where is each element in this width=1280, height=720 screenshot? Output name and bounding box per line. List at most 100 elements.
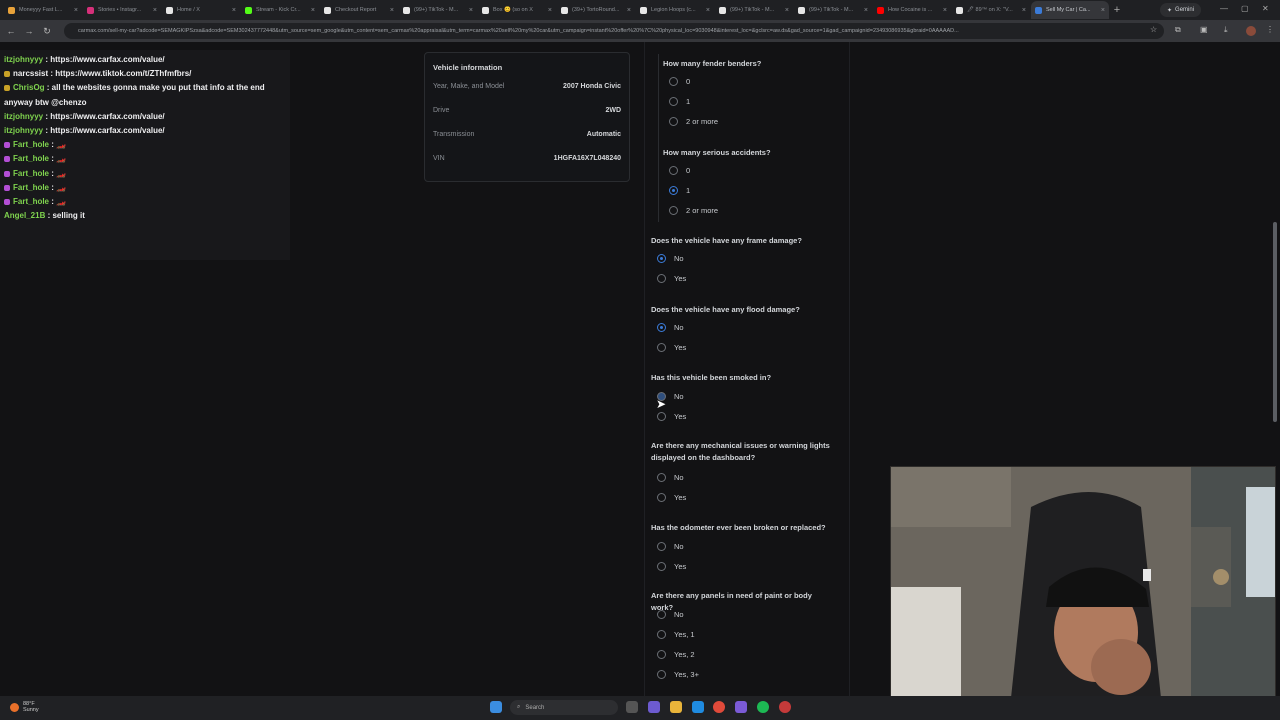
- reload-icon[interactable]: ↻: [38, 26, 56, 37]
- paint-body-work-option[interactable]: Yes, 2: [657, 650, 695, 659]
- radio-button[interactable]: [669, 186, 678, 195]
- paint-body-work-option[interactable]: Yes, 3+: [657, 670, 699, 679]
- windows-start-icon[interactable]: [490, 701, 502, 713]
- radio-button[interactable]: [669, 117, 678, 126]
- browser-tab[interactable]: Box 😊 (so on X ×: [478, 1, 556, 19]
- chat-username[interactable]: Fart_hole: [13, 154, 49, 163]
- browser-tab[interactable]: Home / X ×: [162, 1, 240, 19]
- odometer-option[interactable]: Yes: [657, 562, 686, 571]
- chat-username[interactable]: Fart_hole: [13, 197, 49, 206]
- radio-button[interactable]: [669, 77, 678, 86]
- mechanical-issues-option[interactable]: Yes: [657, 493, 686, 502]
- browser-tab[interactable]: Stories • Instagr... ×: [83, 1, 161, 19]
- radio-button[interactable]: [657, 630, 666, 639]
- close-tab-icon[interactable]: ×: [153, 7, 157, 14]
- close-tab-icon[interactable]: ×: [390, 7, 394, 14]
- chat-username[interactable]: itzjohnyyy: [4, 55, 43, 64]
- chat-username[interactable]: narcssist: [13, 69, 48, 78]
- obs-icon[interactable]: [779, 701, 791, 713]
- gemini-button[interactable]: ✦ Gemini: [1160, 3, 1202, 17]
- chat-username[interactable]: ChrisOg: [13, 83, 45, 92]
- edge-icon[interactable]: [692, 701, 704, 713]
- maximize-icon[interactable]: ▢: [1241, 4, 1249, 13]
- close-tab-icon[interactable]: ×: [1101, 7, 1105, 14]
- new-tab-icon[interactable]: +: [1110, 4, 1124, 16]
- page-scrollbar[interactable]: [1273, 222, 1277, 422]
- close-window-icon[interactable]: ✕: [1262, 4, 1269, 13]
- close-tab-icon[interactable]: ×: [706, 7, 710, 14]
- chat-username[interactable]: Fart_hole: [13, 140, 49, 149]
- radio-button[interactable]: [657, 323, 666, 332]
- close-tab-icon[interactable]: ×: [74, 7, 78, 14]
- close-tab-icon[interactable]: ×: [232, 7, 236, 14]
- fender-benders-option[interactable]: 0: [669, 77, 690, 86]
- flood-damage-option[interactable]: Yes: [657, 343, 686, 352]
- chat-username[interactable]: Fart_hole: [13, 183, 49, 192]
- radio-button[interactable]: [657, 650, 666, 659]
- mechanical-issues-option[interactable]: No: [657, 473, 684, 482]
- radio-button[interactable]: [669, 206, 678, 215]
- close-tab-icon[interactable]: ×: [785, 7, 789, 14]
- chat-username[interactable]: itzjohnyyy: [4, 126, 43, 135]
- browser-tab[interactable]: (99+) TikTok - M... ×: [794, 1, 872, 19]
- browser-tab[interactable]: Moneyyy Fast L... ×: [4, 1, 82, 19]
- weather-widget[interactable]: 88°F Sunny: [10, 701, 39, 713]
- frame-damage-option[interactable]: Yes: [657, 274, 686, 283]
- back-icon[interactable]: ←: [2, 26, 20, 36]
- radio-button[interactable]: [657, 542, 666, 551]
- sidebar-icon[interactable]: ▣: [1200, 25, 1208, 34]
- browser-tab[interactable]: (39+) TortoRound... ×: [557, 1, 635, 19]
- close-tab-icon[interactable]: ×: [311, 7, 315, 14]
- chat-username[interactable]: itzjohnyyy: [4, 112, 43, 121]
- browser-tab[interactable]: 🖊 89™ on X: "V... ×: [952, 1, 1030, 19]
- radio-button[interactable]: [657, 670, 666, 679]
- smoked-in-option[interactable]: Yes: [657, 412, 686, 421]
- chat-username[interactable]: Angel_21B: [4, 211, 45, 220]
- radio-button[interactable]: [657, 412, 666, 421]
- taskbar-search[interactable]: ⌕ Search: [510, 700, 618, 715]
- bookmark-star-icon[interactable]: ☆: [1150, 25, 1157, 34]
- close-tab-icon[interactable]: ×: [1022, 7, 1026, 14]
- browser-tab[interactable]: (99+) TikTok - M... ×: [715, 1, 793, 19]
- copilot-icon[interactable]: [648, 701, 660, 713]
- task-view-icon[interactable]: [626, 701, 638, 713]
- serious-accidents-option[interactable]: 1: [669, 186, 690, 195]
- radio-button[interactable]: [657, 562, 666, 571]
- radio-button[interactable]: [669, 166, 678, 175]
- chat-username[interactable]: Fart_hole: [13, 169, 49, 178]
- close-tab-icon[interactable]: ×: [864, 7, 868, 14]
- close-tab-icon[interactable]: ×: [548, 7, 552, 14]
- radio-button[interactable]: [657, 473, 666, 482]
- menu-icon[interactable]: ⋮: [1266, 25, 1274, 34]
- browser-tab[interactable]: Legion Hoops (c... ×: [636, 1, 714, 19]
- radio-button[interactable]: [657, 343, 666, 352]
- radio-button[interactable]: [657, 254, 666, 263]
- paint-body-work-option[interactable]: Yes, 1: [657, 630, 695, 639]
- serious-accidents-option[interactable]: 0: [669, 166, 690, 175]
- browser-tab[interactable]: Checkout Report ×: [320, 1, 398, 19]
- browser-tab[interactable]: Stream - Kick Cr... ×: [241, 1, 319, 19]
- minimize-icon[interactable]: —: [1220, 4, 1228, 13]
- browser-tab[interactable]: Sell My Car | Ca... ×: [1031, 1, 1109, 19]
- forward-icon[interactable]: →: [20, 26, 38, 36]
- browser-tab[interactable]: (99+) TikTok - M... ×: [399, 1, 477, 19]
- close-tab-icon[interactable]: ×: [943, 7, 947, 14]
- radio-button[interactable]: [657, 610, 666, 619]
- radio-button[interactable]: [657, 274, 666, 283]
- close-tab-icon[interactable]: ×: [627, 7, 631, 14]
- odometer-option[interactable]: No: [657, 542, 684, 551]
- file-explorer-icon[interactable]: [670, 701, 682, 713]
- extensions-icon[interactable]: ⧉: [1175, 25, 1181, 35]
- chrome-icon[interactable]: [713, 701, 725, 713]
- paint-body-work-option[interactable]: No: [657, 610, 684, 619]
- fender-benders-option[interactable]: 1: [669, 97, 690, 106]
- frame-damage-option[interactable]: No: [657, 254, 684, 263]
- spotify-icon[interactable]: [757, 701, 769, 713]
- browser-tab[interactable]: How Cocaine is ... ×: [873, 1, 951, 19]
- flood-damage-option[interactable]: No: [657, 323, 684, 332]
- serious-accidents-option[interactable]: 2 or more: [669, 206, 718, 215]
- radio-button[interactable]: [669, 97, 678, 106]
- radio-button[interactable]: [657, 493, 666, 502]
- profile-avatar[interactable]: [1246, 26, 1256, 36]
- address-bar[interactable]: carmax.com/sell-my-car?adcode=SEMAGKIPSz…: [64, 23, 1164, 39]
